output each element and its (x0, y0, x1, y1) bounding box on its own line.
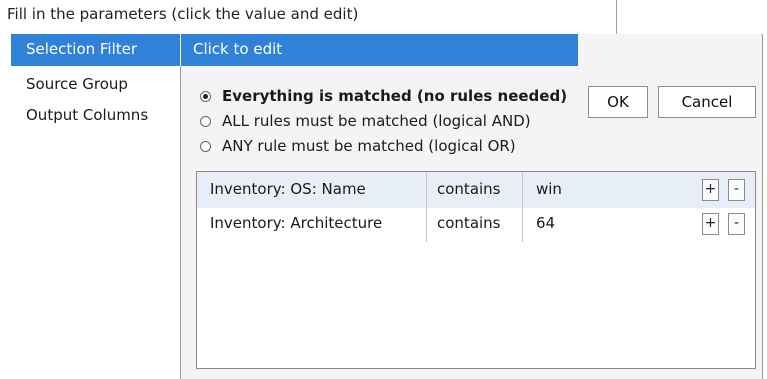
rules-table: Inventory: OS: Name contains win + - Inv… (196, 171, 756, 369)
remove-rule-button[interactable]: - (728, 213, 745, 235)
click-to-edit-label: Click to edit (193, 40, 283, 58)
sidebar-item-label: Source Group (26, 75, 128, 93)
rule-field-cell[interactable]: Inventory: OS: Name (197, 172, 427, 208)
rule-operator-cell[interactable]: contains (427, 172, 523, 208)
ok-button[interactable]: OK (588, 86, 648, 118)
divider (616, 0, 617, 34)
rule-operator-cell[interactable]: contains (427, 206, 523, 242)
radio-all-rules[interactable]: ALL rules must be matched (logical AND) (200, 112, 531, 130)
click-to-edit-header[interactable]: Click to edit (181, 34, 578, 66)
radio-label: ANY rule must be matched (logical OR) (222, 137, 516, 155)
rule-value-cell[interactable]: 64 (523, 206, 673, 242)
sidebar: Source Group Output Columns (11, 66, 181, 379)
radio-selected-icon[interactable] (200, 90, 211, 102)
add-rule-button[interactable]: + (702, 213, 719, 235)
table-row[interactable]: Inventory: OS: Name contains win + - (197, 172, 755, 208)
radio-label: Everything is matched (no rules needed) (222, 87, 568, 105)
rule-value-cell[interactable]: win (523, 172, 673, 208)
sidebar-item-label: Output Columns (26, 106, 149, 124)
tab-selection-filter-label: Selection Filter (26, 40, 138, 58)
tab-selection-filter[interactable]: Selection Filter (11, 34, 181, 66)
rule-field-cell[interactable]: Inventory: Architecture (197, 206, 427, 242)
sidebar-item-source-group[interactable]: Source Group (11, 66, 180, 98)
sidebar-item-output-columns[interactable]: Output Columns (11, 98, 180, 130)
add-rule-button[interactable]: + (702, 179, 719, 201)
radio-any-rule[interactable]: ANY rule must be matched (logical OR) (200, 137, 516, 155)
cancel-button[interactable]: Cancel (658, 86, 756, 118)
radio-unselected-icon[interactable] (200, 115, 211, 127)
radio-unselected-icon[interactable] (200, 140, 211, 152)
radio-label: ALL rules must be matched (logical AND) (222, 112, 531, 130)
remove-rule-button[interactable]: - (728, 179, 745, 201)
table-row[interactable]: Inventory: Architecture contains 64 + - (197, 206, 755, 242)
radio-everything-matched[interactable]: Everything is matched (no rules needed) (200, 87, 567, 105)
instruction-text: Fill in the parameters (click the value … (7, 5, 359, 23)
